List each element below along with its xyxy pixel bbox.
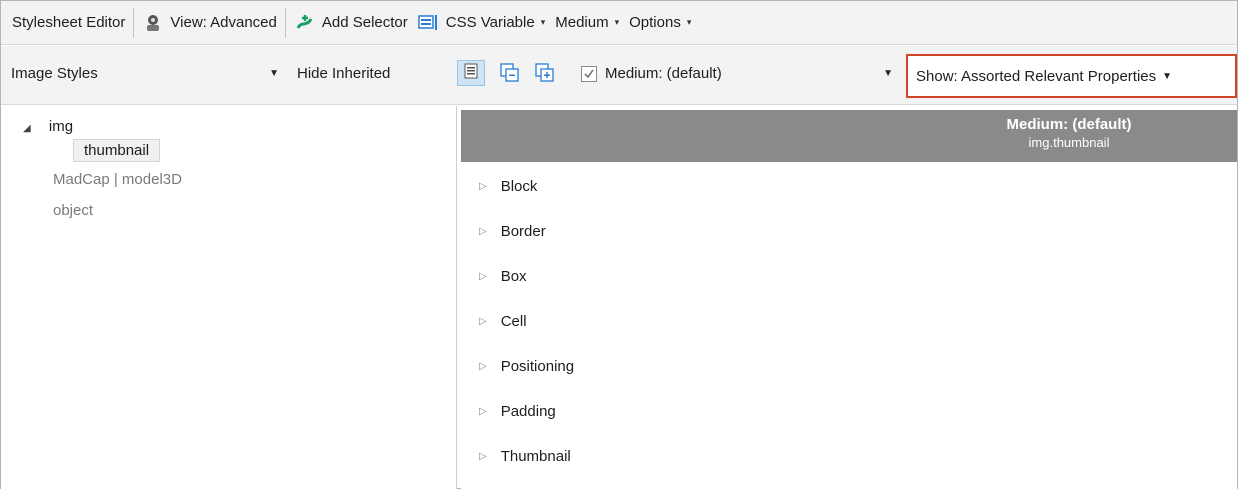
- options-menu[interactable]: Options ▾: [624, 8, 696, 38]
- view-eye-icon: [142, 12, 164, 34]
- toolbar-separator: [133, 7, 135, 38]
- hide-inherited-button[interactable]: Hide Inherited: [297, 65, 390, 82]
- css-variable-icon: [418, 12, 440, 34]
- property-group-cell[interactable]: ▷ Cell: [461, 313, 527, 330]
- main-toolbar: Stylesheet Editor View: Advanced Add Sel…: [1, 1, 1237, 45]
- tree-item-label: MadCap | model3D: [53, 171, 182, 188]
- add-selector-button[interactable]: Add Selector: [289, 8, 413, 38]
- property-group-label: Cell: [500, 313, 527, 330]
- properties-header: Medium: (default) img.thumbnail: [461, 110, 1237, 162]
- collapsed-triangle-icon[interactable]: ▷: [479, 271, 487, 282]
- property-group-label: Border: [500, 223, 546, 240]
- style-selector-dropdown[interactable]: Image Styles ▼: [11, 65, 279, 82]
- show-properties-dropdown[interactable]: Show: Assorted Relevant Properties ▼: [906, 54, 1237, 98]
- chevron-down-icon: ▼: [269, 68, 279, 79]
- show-properties-value: Show: Assorted Relevant Properties: [916, 67, 1157, 85]
- options-menu-label: Options: [629, 14, 681, 31]
- expand-icon: [535, 63, 555, 87]
- property-group-thumbnail[interactable]: ▷ Thumbnail: [461, 448, 571, 465]
- tree-item-madcap-model3d[interactable]: MadCap | model3D: [53, 171, 182, 188]
- collapsed-triangle-icon[interactable]: ▷: [479, 316, 487, 327]
- add-selector-icon: [294, 12, 316, 34]
- toolbar-separator: [284, 7, 286, 38]
- add-selector-label: Add Selector: [321, 14, 408, 31]
- stylesheet-editor-window: Stylesheet Editor View: Advanced Add Sel…: [0, 0, 1238, 489]
- collapsed-triangle-icon[interactable]: ▷: [479, 361, 487, 372]
- properties-panel: Medium: (default) img.thumbnail ▷ Block …: [461, 106, 1237, 489]
- selector-tree: ◢ img thumbnail MadCap | model3D object: [1, 106, 457, 489]
- tree-item-label: img: [48, 118, 74, 135]
- expanded-triangle-icon[interactable]: ◢: [23, 123, 31, 134]
- medium-menu-label: Medium: [555, 14, 609, 31]
- property-group-border[interactable]: ▷ Border: [461, 223, 546, 240]
- chevron-down-icon: ▾: [614, 17, 620, 27]
- chevron-down-icon: ▾: [540, 17, 546, 27]
- collapsed-triangle-icon[interactable]: ▷: [479, 451, 487, 462]
- secondary-toolbar: Image Styles ▼ Hide Inherited Medium: (d…: [1, 46, 1237, 105]
- style-selector-value: Image Styles: [11, 65, 98, 82]
- collapse-all-button[interactable]: [500, 63, 520, 87]
- property-group-label: Thumbnail: [500, 448, 571, 465]
- property-group-label: Block: [500, 178, 538, 195]
- chevron-down-icon: ▾: [686, 17, 692, 27]
- show-properties-toggle[interactable]: [457, 60, 485, 86]
- chevron-down-icon: ▼: [1162, 70, 1173, 82]
- properties-header-title: Medium: (default): [1006, 116, 1132, 133]
- property-group-label: Positioning: [500, 358, 575, 375]
- property-group-block[interactable]: ▷ Block: [461, 178, 537, 195]
- collapsed-triangle-icon[interactable]: ▷: [479, 406, 487, 417]
- view-button[interactable]: View: Advanced: [137, 8, 281, 38]
- chevron-down-icon: ▼: [883, 68, 893, 79]
- medium-selector-dropdown[interactable]: Medium: (default) ▼: [581, 65, 893, 82]
- tree-item-thumbnail[interactable]: thumbnail: [73, 139, 161, 162]
- property-group-box[interactable]: ▷ Box: [461, 268, 527, 285]
- properties-header-subtitle: img.thumbnail: [1028, 135, 1110, 150]
- property-group-label: Padding: [500, 403, 556, 420]
- collapsed-triangle-icon[interactable]: ▷: [479, 226, 487, 237]
- medium-checkbox[interactable]: [581, 65, 597, 82]
- show-properties-icon: [463, 63, 479, 83]
- medium-selector-value: Medium: (default): [605, 65, 722, 82]
- property-group-padding[interactable]: ▷ Padding: [461, 403, 556, 420]
- editor-title: Stylesheet Editor: [7, 8, 130, 38]
- view-label: View: Advanced: [170, 14, 277, 31]
- tree-item-img[interactable]: ◢ img: [23, 118, 73, 135]
- expand-all-button[interactable]: [535, 63, 555, 87]
- medium-menu[interactable]: Medium ▾: [550, 8, 624, 38]
- property-group-positioning[interactable]: ▷ Positioning: [461, 358, 574, 375]
- css-variable-label: CSS Variable: [445, 14, 535, 31]
- tree-item-label: thumbnail: [73, 139, 161, 162]
- collapse-icon: [500, 63, 520, 87]
- css-variable-button[interactable]: CSS Variable ▾: [413, 8, 550, 38]
- hide-inherited-label: Hide Inherited: [297, 65, 391, 82]
- tree-item-label: object: [53, 202, 94, 219]
- editor-title-label: Stylesheet Editor: [12, 14, 126, 31]
- collapsed-triangle-icon[interactable]: ▷: [479, 181, 487, 192]
- property-group-label: Box: [500, 268, 527, 285]
- tree-item-object[interactable]: object: [53, 202, 93, 219]
